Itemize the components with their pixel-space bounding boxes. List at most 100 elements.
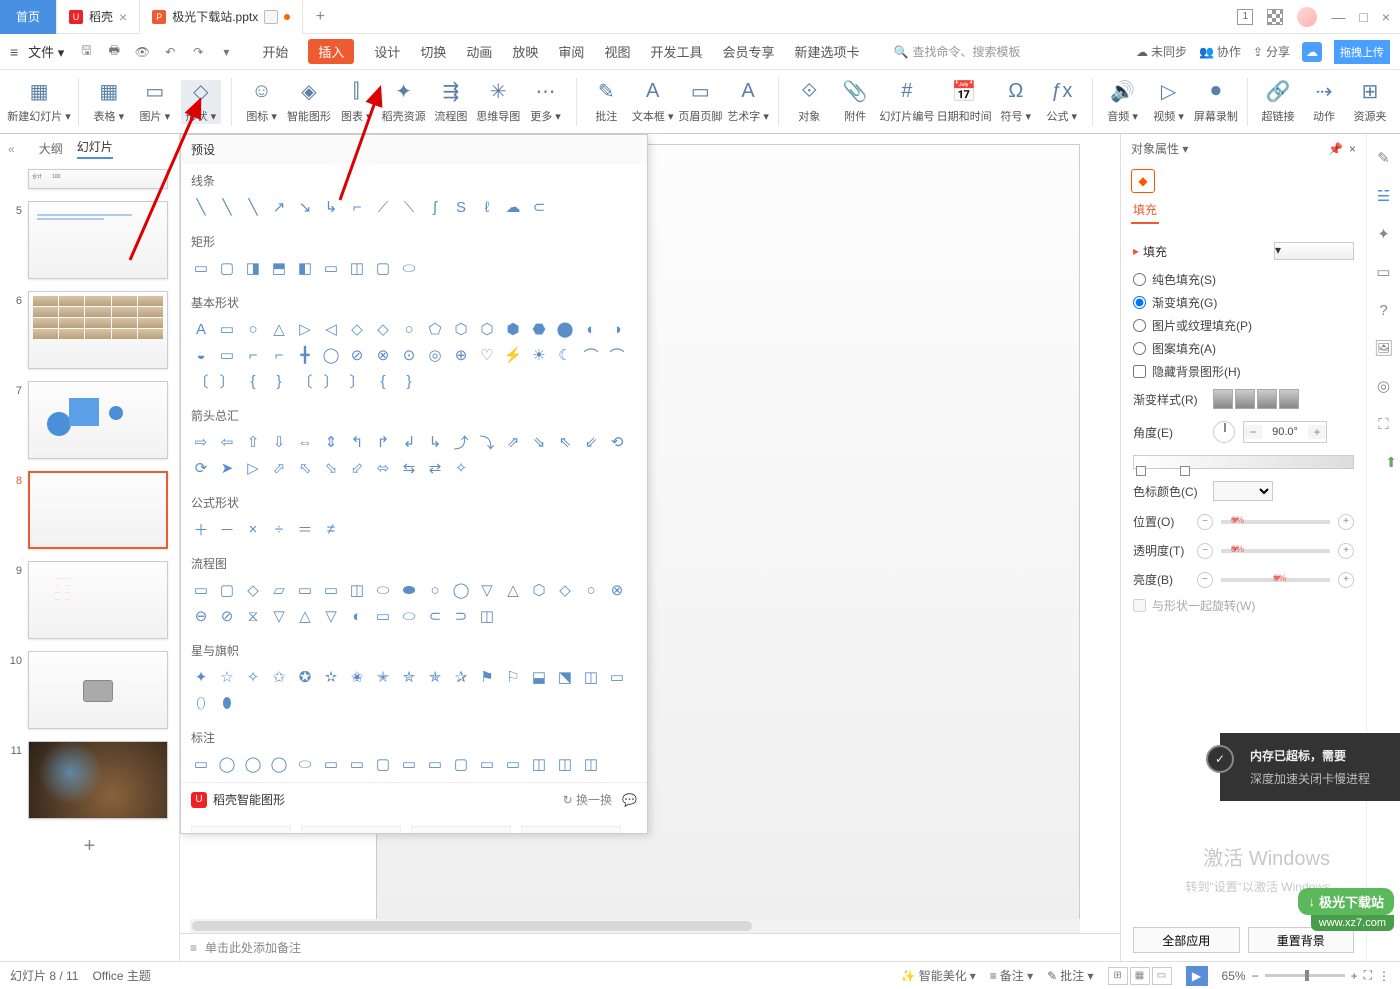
check-hidebg[interactable]: 隐藏背景图形(H) [1133, 360, 1354, 383]
tab-slideshow[interactable]: 放映 [512, 42, 538, 61]
position-increment[interactable]: + [1338, 514, 1354, 530]
sp-basic-shape-32[interactable]: ⌒ [581, 345, 601, 365]
sp-stars-shape-10[interactable]: ✰ [451, 667, 471, 687]
template-4[interactable]: 单击此处添加标题 [521, 826, 621, 834]
tab-review[interactable]: 审阅 [558, 42, 584, 61]
sp-basic-shape-9[interactable]: ⬠ [425, 319, 445, 339]
sp-arrows-shape-11[interactable]: ⤵ [477, 432, 497, 452]
template-3[interactable]: 单击此处添加标题 [411, 826, 511, 834]
sp-rects-shape-5[interactable]: ▭ [321, 258, 341, 278]
sp-basic-shape-25[interactable]: ⊙ [399, 345, 419, 365]
zoom-level[interactable]: 65% [1222, 969, 1246, 983]
sp-basic-shape-5[interactable]: ◁ [321, 319, 341, 339]
preview-button[interactable]: 👁 [130, 40, 154, 64]
sp-basic-shape-42[interactable]: } [399, 371, 419, 391]
ribbon-24[interactable]: 🔗超链接 [1258, 80, 1298, 124]
sp-basic-shape-34[interactable]: 〔 [191, 371, 211, 391]
sp-arrows-shape-3[interactable]: ⇩ [269, 432, 289, 452]
sp-stars-shape-13[interactable]: ⬓ [529, 667, 549, 687]
sp-basic-shape-14[interactable]: ⬤ [555, 319, 575, 339]
zoom-out-button[interactable]: − [1252, 969, 1259, 983]
sp-basic-shape-4[interactable]: ▷ [295, 319, 315, 339]
sp-callouts-shape-8[interactable]: ▭ [399, 754, 419, 774]
sp-flow-shape-13[interactable]: ⬡ [529, 580, 549, 600]
sp-flow-shape-9[interactable]: ○ [425, 580, 445, 600]
ribbon-5[interactable]: ◈智能图形 [288, 80, 331, 124]
sp-callouts-shape-11[interactable]: ▭ [477, 754, 497, 774]
sp-arrows-shape-26[interactable]: ⇄ [425, 458, 445, 478]
sp-flow-shape-17[interactable]: ⊖ [191, 606, 211, 626]
sp-arrows-shape-23[interactable]: ⬃ [347, 458, 367, 478]
sp-basic-shape-0[interactable]: A [191, 319, 211, 339]
sp-flow-shape-28[interactable]: ◫ [477, 606, 497, 626]
transparency-increment[interactable]: + [1338, 543, 1354, 559]
sp-arrows-shape-7[interactable]: ↱ [373, 432, 393, 452]
sp-arrows-shape-0[interactable]: ⇨ [191, 432, 211, 452]
chat-icon[interactable]: 💬 [622, 793, 637, 807]
sp-basic-shape-17[interactable]: ◒ [191, 345, 211, 365]
sp-flow-shape-11[interactable]: ▽ [477, 580, 497, 600]
sp-basic-shape-15[interactable]: ◐ [581, 319, 601, 339]
sp-lines-shape-5[interactable]: ↳ [321, 197, 341, 217]
thumb-10[interactable]: 10 [0, 645, 179, 735]
sp-flow-shape-14[interactable]: ◇ [555, 580, 575, 600]
sp-basic-shape-1[interactable]: ▭ [217, 319, 237, 339]
angle-spinner[interactable]: −90.0°+ [1243, 421, 1327, 443]
sp-callouts-shape-2[interactable]: ◯ [243, 754, 263, 774]
rail-star-icon[interactable]: ✦ [1374, 224, 1394, 244]
thumb-8[interactable]: 8 [0, 465, 179, 555]
ribbon-1[interactable]: ▦表格 ▾ [89, 80, 129, 124]
ribbon-7[interactable]: ✦稻壳资源 [382, 80, 425, 124]
sp-stars-shape-1[interactable]: ☆ [217, 667, 237, 687]
sp-basic-shape-40[interactable]: 〕 [347, 371, 367, 391]
sp-basic-shape-36[interactable]: { [243, 371, 263, 391]
sp-formula-shape-4[interactable]: ＝ [295, 519, 315, 539]
zoom-in-button[interactable]: + [1351, 969, 1358, 983]
sp-flow-shape-1[interactable]: ▢ [217, 580, 237, 600]
sp-lines-shape-0[interactable]: ╲ [191, 197, 211, 217]
sp-basic-shape-13[interactable]: ⬣ [529, 319, 549, 339]
dropdown-icon[interactable]: ▾ [214, 40, 238, 64]
sp-stars-shape-18[interactable]: ⬮ [217, 693, 237, 713]
sp-arrows-shape-4[interactable]: ⇔ [295, 432, 315, 452]
fit-button[interactable]: ⛶ [1364, 968, 1372, 983]
sp-arrows-shape-16[interactable]: ⟲ [607, 432, 627, 452]
sp-basic-shape-20[interactable]: ⌐ [269, 345, 289, 365]
sp-flow-shape-19[interactable]: ⧖ [243, 606, 263, 626]
sp-arrows-shape-27[interactable]: ✧ [451, 458, 471, 478]
sp-arrows-shape-9[interactable]: ↳ [425, 432, 445, 452]
rail-location-icon[interactable]: ◎ [1374, 376, 1394, 396]
grid-icon[interactable] [1267, 9, 1283, 25]
sp-basic-shape-29[interactable]: ⚡ [503, 345, 523, 365]
expand-icon[interactable]: ▸ [1133, 244, 1139, 258]
transparency-decrement[interactable]: − [1197, 543, 1213, 559]
sp-arrows-shape-15[interactable]: ⇙ [581, 432, 601, 452]
ribbon-23[interactable]: ⏺屏幕录制 [1195, 80, 1238, 124]
radio-solid[interactable]: 纯色填充(S) [1133, 268, 1354, 291]
menu-icon[interactable]: ≡ [10, 44, 18, 60]
tab-design[interactable]: 设计 [374, 42, 400, 61]
sp-formula-shape-2[interactable]: × [243, 519, 263, 539]
sp-basic-shape-6[interactable]: ◇ [347, 319, 367, 339]
sp-formula-shape-5[interactable]: ≠ [321, 519, 341, 539]
sp-flow-shape-4[interactable]: ▭ [295, 580, 315, 600]
sp-callouts-shape-15[interactable]: ◫ [581, 754, 601, 774]
sp-arrows-shape-19[interactable]: ▷ [243, 458, 263, 478]
duplicate-icon[interactable] [264, 10, 278, 24]
sp-basic-shape-12[interactable]: ⬢ [503, 319, 523, 339]
sp-stars-shape-14[interactable]: ⬔ [555, 667, 575, 687]
fill-tab-label[interactable]: 填充 [1131, 197, 1159, 224]
sp-arrows-shape-10[interactable]: ⤴ [451, 432, 471, 452]
sp-flow-shape-12[interactable]: △ [503, 580, 523, 600]
ribbon-15[interactable]: ⟐对象 [789, 80, 829, 124]
tab-newtab[interactable]: 新建选项卡 [794, 42, 859, 61]
sp-stars-shape-15[interactable]: ◫ [581, 667, 601, 687]
sp-callouts-shape-6[interactable]: ▭ [347, 754, 367, 774]
sp-flow-shape-24[interactable]: ▭ [373, 606, 393, 626]
sp-basic-shape-33[interactable]: ⌒ [607, 345, 627, 365]
tab-transition[interactable]: 切换 [420, 42, 446, 61]
ribbon-12[interactable]: A文本框 ▾ [632, 80, 673, 124]
template-1[interactable]: 单击此处添加标题 [191, 826, 291, 834]
ribbon-6[interactable]: ⫿图表 ▾ [336, 80, 376, 124]
ribbon-2[interactable]: ▭图片 ▾ [135, 80, 175, 124]
